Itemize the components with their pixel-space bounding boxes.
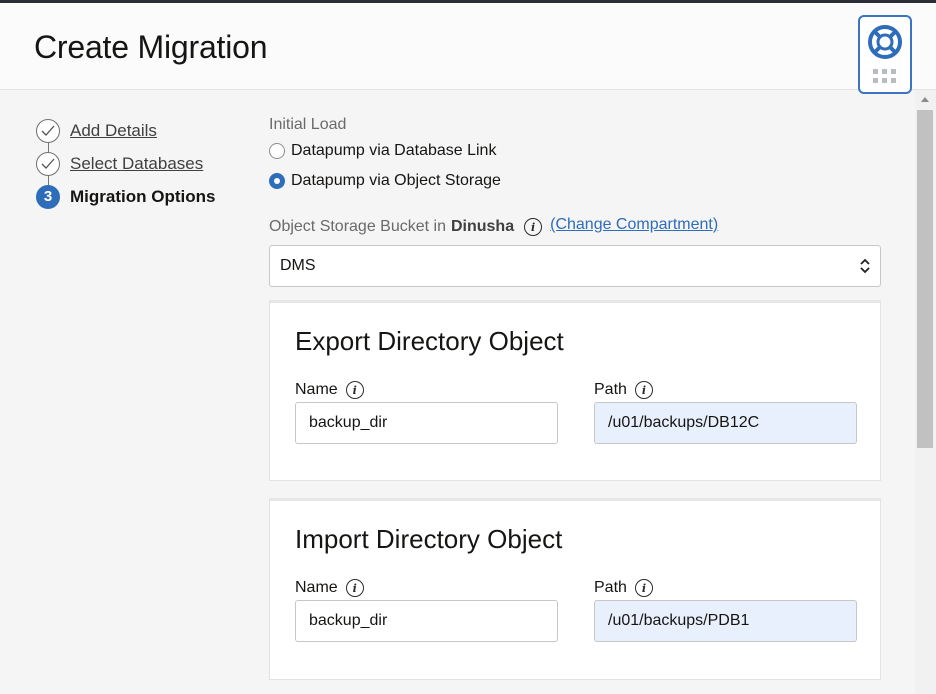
step-label: Migration Options (70, 186, 216, 206)
export-path-label-text: Path (594, 381, 627, 398)
import-path-label: Path i (594, 579, 653, 597)
info-icon[interactable]: i (634, 579, 653, 597)
compartment-name: Dinusha (450, 218, 515, 235)
checkmark-icon (36, 151, 60, 176)
step-migration-options: 3 Migration Options (36, 180, 256, 213)
info-icon[interactable]: i (524, 218, 543, 236)
export-path-input[interactable]: /u01/backups/DB12C (594, 402, 857, 444)
import-name-label-text: Name (295, 579, 338, 596)
info-icon[interactable]: i (345, 381, 364, 399)
export-path-label: Path i (594, 381, 653, 399)
initial-load-label: Initial Load (269, 116, 347, 133)
page-title: Create Migration (34, 29, 268, 65)
step-add-details[interactable]: Add Details (36, 114, 256, 147)
scrollbar-thumb[interactable] (917, 110, 933, 448)
export-card-title: Export Directory Object (295, 326, 564, 356)
radio-label: Datapump via Database Link (291, 142, 497, 159)
radio-button-selected[interactable] (269, 173, 285, 189)
export-directory-card: Export Directory Object Name i backup_di… (269, 300, 881, 481)
page-header: Create Migration (0, 3, 936, 90)
step-label[interactable]: Select Databases (70, 154, 203, 174)
step-label[interactable]: Add Details (70, 121, 157, 141)
info-icon[interactable]: i (345, 579, 364, 597)
info-icon[interactable]: i (634, 381, 653, 399)
export-name-label-text: Name (295, 381, 338, 398)
import-path-input[interactable]: /u01/backups/PDB1 (594, 600, 857, 642)
import-card-title: Import Directory Object (295, 524, 563, 554)
import-name-label: Name i (295, 579, 364, 597)
checkmark-icon (36, 118, 60, 143)
step-number-badge: 3 (36, 184, 60, 209)
radio-button[interactable] (269, 143, 285, 159)
export-name-label: Name i (295, 381, 364, 399)
bucket-select[interactable]: DMS (269, 245, 881, 287)
bucket-label-text: Object Storage Bucket in (269, 218, 446, 235)
export-name-input[interactable]: backup_dir (295, 402, 558, 444)
import-directory-card: Import Directory Object Name i backup_di… (269, 498, 881, 680)
wizard-stepper: Add Details Select Databases 3 Migration… (36, 114, 256, 213)
import-path-label-text: Path (594, 579, 627, 596)
radio-datapump-database-link[interactable]: Datapump via Database Link (269, 136, 881, 166)
step-select-databases[interactable]: Select Databases (36, 147, 256, 180)
up-down-chevron-icon (860, 258, 870, 274)
change-compartment-link[interactable]: (Change Compartment) (550, 216, 718, 234)
vertical-scrollbar[interactable] (915, 90, 936, 694)
grid-dots-icon (873, 69, 897, 83)
help-widget-button[interactable] (858, 15, 912, 94)
radio-label: Datapump via Object Storage (291, 172, 501, 189)
bucket-field-label: Object Storage Bucket in Dinusha i (Chan… (269, 216, 718, 236)
scroll-up-arrow-icon[interactable] (921, 97, 929, 102)
migration-options-form: Initial Load Datapump via Database Link … (269, 116, 881, 680)
radio-datapump-object-storage[interactable]: Datapump via Object Storage (269, 166, 881, 196)
bucket-select-value: DMS (280, 257, 316, 274)
import-name-input[interactable]: backup_dir (295, 600, 558, 642)
lifebuoy-icon (868, 25, 902, 59)
